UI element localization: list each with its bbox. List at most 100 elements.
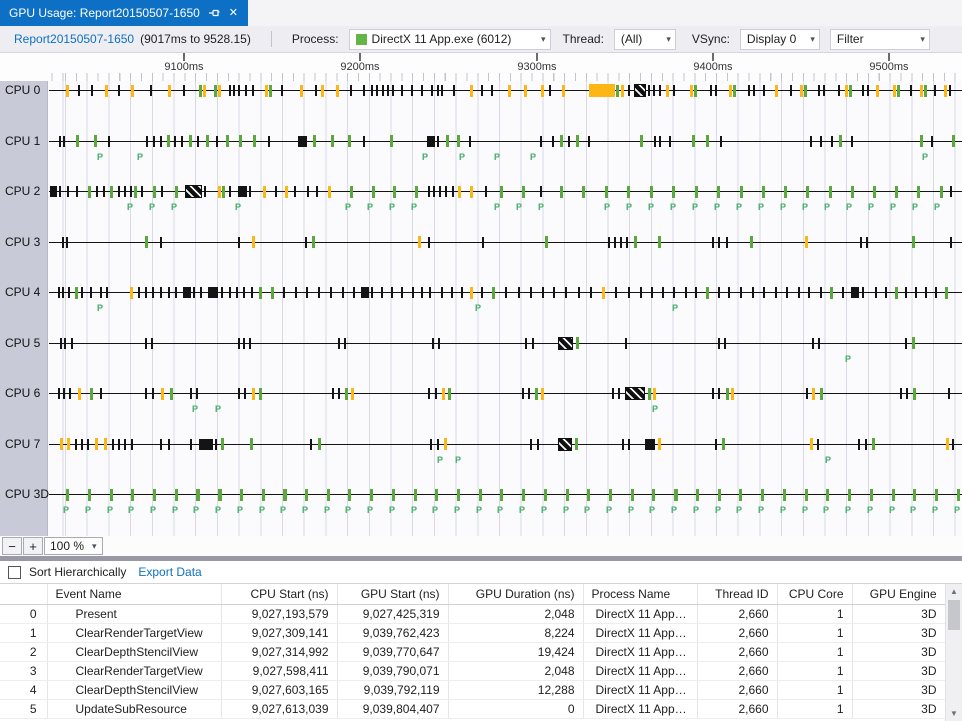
timeline-event-mark[interactable] [67,438,70,450]
table-row[interactable]: 3ClearRenderTargetView9,027,598,4119,039… [0,661,945,680]
present-marker[interactable]: P [215,404,221,414]
timeline-event-mark[interactable] [351,388,354,400]
timeline-event-mark[interactable] [275,186,277,197]
timeline-event-mark[interactable] [363,85,365,96]
timeline-event-mark[interactable] [851,136,853,147]
timeline-event-mark[interactable] [370,489,373,501]
present-marker[interactable]: P [648,202,654,212]
timeline-event-mark[interactable] [634,236,637,248]
timeline-event-mark[interactable] [648,85,650,96]
timeline-event-mark[interactable] [88,489,91,501]
timeline-event-mark[interactable] [60,338,62,349]
timeline-event-mark[interactable] [372,186,375,198]
timeline-event-mark[interactable] [106,287,108,298]
timeline-event-mark[interactable] [715,439,717,450]
timeline-event-mark[interactable] [696,489,699,501]
timeline-event-mark[interactable] [390,135,393,147]
timeline-event-mark[interactable] [441,85,443,96]
present-marker[interactable]: P [345,505,351,515]
present-marker[interactable]: P [63,505,69,515]
timeline-event-mark[interactable] [430,439,432,450]
timeline-event-mark[interactable] [784,186,787,198]
present-marker[interactable]: P [845,505,851,515]
timeline-event-mark[interactable] [553,287,555,298]
column-header[interactable]: Process Name [583,584,697,604]
timeline-event-mark[interactable] [818,85,820,96]
timeline-event-mark[interactable] [271,287,274,299]
timeline-event-mark[interactable] [218,85,221,97]
timeline-event-mark[interactable] [151,338,153,349]
timeline-event-mark[interactable] [645,439,655,450]
timeline-event-mark[interactable] [627,186,630,198]
filter-dropdown[interactable]: Filter ▾ [830,29,930,50]
timeline-event-mark[interactable] [269,85,272,97]
timeline-event-mark[interactable] [893,85,896,97]
timeline-event-mark[interactable] [690,85,693,97]
timeline-event-mark[interactable] [602,287,605,299]
present-marker[interactable]: P [802,202,808,212]
timeline-event-mark[interactable] [659,136,661,147]
present-marker[interactable]: P [672,303,678,313]
zoom-level-dropdown[interactable]: 100 % ▾ [44,537,103,555]
timeline-event-mark[interactable] [628,287,630,298]
timeline-event-mark[interactable] [862,85,864,96]
timeline-event-mark[interactable] [316,186,318,197]
present-marker[interactable]: P [324,505,330,515]
timeline-event-mark[interactable] [344,338,346,349]
timeline-event-mark[interactable] [858,439,860,450]
present-marker[interactable]: P [150,505,156,515]
timeline-event-mark[interactable] [437,439,439,450]
timeline-event-mark[interactable] [605,186,608,198]
timeline-event-mark[interactable] [654,136,656,147]
timeline-event-mark[interactable] [558,337,573,350]
cpu-lane[interactable]: CPU 7PPP [0,435,962,486]
present-marker[interactable]: P [530,152,536,162]
cpu-lane[interactable]: CPU 2PPPPPPPPPPPPPPPPPPPPPPPPPPP [0,182,962,233]
timeline-event-mark[interactable] [130,287,133,299]
timeline-event-mark[interactable] [238,186,247,197]
present-marker[interactable]: P [516,202,522,212]
timeline-event-mark[interactable] [218,186,221,198]
timeline-event-mark[interactable] [804,85,807,97]
timeline-event-mark[interactable] [695,186,698,198]
timeline-event-mark[interactable] [131,489,134,501]
timeline-event-mark[interactable] [95,438,98,450]
present-marker[interactable]: P [259,505,265,515]
timeline-event-mark[interactable] [897,85,900,97]
timeline-event-mark[interactable] [438,338,440,349]
timeline-event-mark[interactable] [306,287,308,298]
timeline-event-mark[interactable] [305,489,308,501]
timeline-event-mark[interactable] [812,388,815,400]
timeline-event-mark[interactable] [332,388,334,399]
timeline-event-mark[interactable] [587,489,590,501]
timeline-event-mark[interactable] [685,287,687,298]
present-marker[interactable]: P [475,303,481,313]
timeline-event-mark[interactable] [457,489,460,501]
timeline-event-mark[interactable] [199,439,213,450]
timeline-event-mark[interactable] [161,186,163,197]
timeline-event-mark[interactable] [222,186,225,198]
timeline-event-mark[interactable] [244,388,246,399]
cpu-lane[interactable]: CPU 5P [0,334,962,385]
timeline-event-mark[interactable] [268,136,270,147]
timeline-event-mark[interactable] [189,135,192,147]
timeline-event-mark[interactable] [58,287,60,298]
present-marker[interactable]: P [215,505,221,515]
timeline-event-mark[interactable] [185,185,202,198]
timeline-event-mark[interactable] [491,85,493,96]
timeline-event-mark[interactable] [353,287,355,298]
timeline-event-mark[interactable] [935,287,937,298]
table-row[interactable]: 5UpdateSubResource9,027,613,0399,039,804… [0,699,945,718]
tab-gpu-usage[interactable]: GPU Usage: Report20150507-1650 ✕ [0,0,248,26]
timeline-event-mark[interactable] [659,85,661,96]
timeline-event-mark[interactable] [68,287,70,298]
timeline-event-mark[interactable] [90,287,92,298]
timeline-event-mark[interactable] [381,287,383,298]
timeline-event-mark[interactable] [382,85,384,96]
column-header[interactable]: CPU Core [777,584,852,604]
timeline-event-mark[interactable] [631,489,634,501]
timeline-event-mark[interactable] [537,439,539,450]
timeline-event-mark[interactable] [634,84,646,97]
timeline-event-mark[interactable] [75,287,78,299]
timeline-event-mark[interactable] [371,85,373,96]
